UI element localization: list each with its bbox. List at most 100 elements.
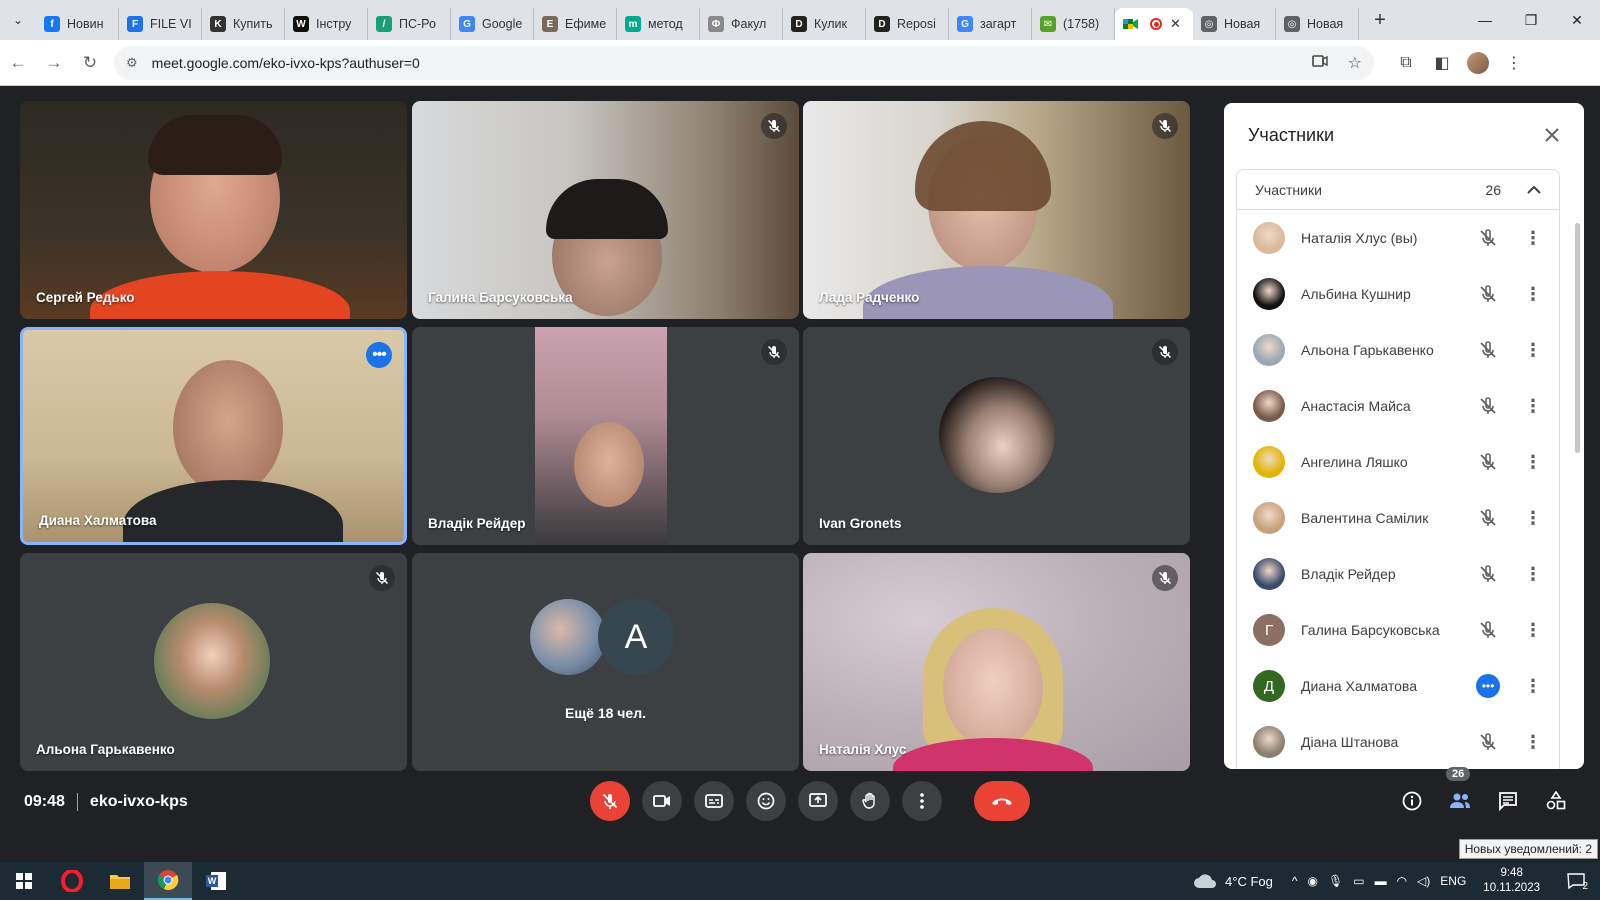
participant-row[interactable]: Владік Рейдер ⋮: [1237, 546, 1559, 602]
more-options-button[interactable]: •••: [366, 342, 392, 368]
weather-widget[interactable]: 4°C Fog: [1193, 872, 1273, 890]
tile-name: Сергей Редько: [36, 290, 135, 305]
wifi-icon[interactable]: ◠: [1397, 874, 1407, 888]
browser-tab[interactable]: Gзагарт: [949, 8, 1032, 40]
opera-icon[interactable]: [48, 862, 96, 900]
browser-tab[interactable]: W Інстру: [285, 8, 368, 40]
participant-menu-icon[interactable]: ⋮: [1523, 620, 1543, 641]
browser-tab[interactable]: ✉ (1758): [1032, 8, 1115, 40]
browser-tab[interactable]: ◎ Новая: [1193, 8, 1276, 40]
section-header[interactable]: Участники 26: [1237, 170, 1559, 210]
participant-row[interactable]: Альбина Кушнир ⋮: [1237, 266, 1559, 322]
minimize-icon[interactable]: —: [1462, 0, 1508, 40]
profile-avatar[interactable]: [1467, 51, 1489, 74]
participant-menu-icon[interactable]: ⋮: [1523, 452, 1543, 473]
browser-tab[interactable]: K Купить: [202, 8, 285, 40]
video-tile[interactable]: Галина Барсуковська: [412, 101, 799, 319]
browser-tab[interactable]: F FILE VI: [119, 8, 202, 40]
clock[interactable]: 9:48 10.11.2023: [1483, 866, 1540, 896]
chat-button[interactable]: [1484, 781, 1532, 821]
back-icon[interactable]: ←: [0, 53, 36, 73]
participant-row[interactable]: Г Галина Барсуковська ⋮: [1237, 602, 1559, 658]
meeting-details-button[interactable]: [1388, 781, 1436, 821]
chevron-up-icon[interactable]: ^: [1292, 874, 1298, 888]
windows-start-icon[interactable]: [0, 862, 48, 900]
browser-tab[interactable]: D Reposi: [866, 8, 949, 40]
leave-call-button[interactable]: [974, 781, 1030, 821]
participant-row[interactable]: Діана Штанова ⋮: [1237, 714, 1559, 769]
close-panel-icon[interactable]: [1538, 121, 1566, 149]
browser-tab[interactable]: / ПС-Ро: [368, 8, 451, 40]
captions-button[interactable]: [694, 781, 734, 821]
browser-tab[interactable]: m метод: [617, 8, 700, 40]
browser-tab[interactable]: G Google: [451, 8, 534, 40]
restore-icon[interactable]: ❐: [1508, 0, 1554, 40]
participant-menu-icon[interactable]: ⋮: [1523, 284, 1543, 305]
people-button[interactable]: 26: [1436, 767, 1484, 821]
video-tile[interactable]: Наталія Хлус: [803, 553, 1190, 771]
participant-menu-icon[interactable]: ⋮: [1523, 732, 1543, 753]
participant-row[interactable]: Д Диана Халматова ••• ⋮: [1237, 658, 1559, 714]
video-tile[interactable]: Ivan Gronets: [803, 327, 1190, 545]
tab-search-button[interactable]: ⌄: [0, 0, 36, 40]
battery-icon[interactable]: ▬: [1375, 874, 1387, 888]
video-tile[interactable]: Альона Гарькавенко: [20, 553, 407, 771]
participant-menu-icon[interactable]: ⋮: [1523, 228, 1543, 249]
more-options-icon[interactable]: [902, 781, 942, 821]
participant-menu-icon[interactable]: ⋮: [1523, 676, 1543, 697]
forward-icon[interactable]: →: [36, 53, 72, 73]
camera-in-use-icon[interactable]: [1311, 54, 1328, 72]
volume-icon[interactable]: ◁): [1417, 874, 1430, 888]
close-window-icon[interactable]: ✕: [1554, 0, 1600, 40]
participant-menu-icon[interactable]: ⋮: [1523, 508, 1543, 529]
video-tile[interactable]: Лада Радченко: [803, 101, 1190, 319]
video-tile[interactable]: Владік Рейдер: [412, 327, 799, 545]
chrome-icon[interactable]: [144, 862, 192, 900]
participant-menu-icon[interactable]: ⋮: [1523, 396, 1543, 417]
close-tab-icon[interactable]: ✕: [1170, 16, 1181, 32]
camera-toggle-button[interactable]: [642, 781, 682, 821]
participant-row[interactable]: Альона Гарькавенко ⋮: [1237, 322, 1559, 378]
site-info-icon[interactable]: ⚙: [126, 55, 138, 71]
participant-menu-icon[interactable]: ⋮: [1523, 564, 1543, 585]
panel-scrollbar[interactable]: [1575, 223, 1580, 453]
word-icon[interactable]: W: [192, 862, 240, 900]
participant-row[interactable]: Ангелина Ляшко ⋮: [1237, 434, 1559, 490]
video-tile-active-speaker[interactable]: ••• Диана Халматова: [20, 327, 407, 545]
activities-button[interactable]: [1532, 781, 1580, 821]
participant-row[interactable]: Наталія Хлус (вы) ⋮: [1237, 210, 1559, 266]
browser-tab[interactable]: Ф Факул: [700, 8, 783, 40]
raise-hand-button[interactable]: [850, 781, 890, 821]
url-text[interactable]: meet.google.com/eko-ivxo-kps?authuser=0: [152, 55, 1292, 71]
participant-row[interactable]: Валентина Самілик ⋮: [1237, 490, 1559, 546]
others-tile[interactable]: А Ещё 18 чел.: [412, 553, 799, 771]
file-explorer-icon[interactable]: [96, 862, 144, 900]
menu-icon[interactable]: ⋮: [1496, 53, 1532, 73]
monitor-icon[interactable]: ▭: [1353, 874, 1364, 888]
omnibox[interactable]: ⚙ meet.google.com/eko-ivxo-kps?authuser=…: [114, 45, 1374, 80]
browser-tab[interactable]: ◎ Новая: [1276, 8, 1359, 40]
notification-center-icon[interactable]: 2: [1552, 862, 1600, 900]
browser-tab[interactable]: f Новин: [36, 8, 119, 40]
meeting-code: eko-ivxo-kps: [89, 793, 188, 810]
svg-text:W: W: [208, 876, 217, 886]
browser-tab[interactable]: E Ефиме: [534, 8, 617, 40]
microphone-icon[interactable]: 🎙: [1328, 874, 1343, 888]
chevron-up-icon[interactable]: [1527, 182, 1541, 198]
participant-menu-icon[interactable]: ⋮: [1523, 340, 1543, 361]
video-tile[interactable]: Сергей Редько: [20, 101, 407, 319]
side-panel-icon[interactable]: ◧: [1424, 53, 1460, 73]
present-screen-button[interactable]: [798, 781, 838, 821]
participant-name: Альбина Кушнир: [1301, 286, 1411, 302]
mic-toggle-button[interactable]: [590, 781, 630, 821]
browser-tab[interactable]: D Кулик: [783, 8, 866, 40]
extensions-icon[interactable]: ⧉: [1388, 54, 1424, 72]
tab-meet-active[interactable]: ✕: [1115, 8, 1193, 40]
reload-icon[interactable]: ↻: [72, 53, 108, 73]
participant-row[interactable]: Анастасія Майса ⋮: [1237, 378, 1559, 434]
bookmark-star-icon[interactable]: ☆: [1348, 53, 1362, 73]
language-indicator[interactable]: ENG: [1440, 874, 1466, 888]
emoji-reaction-button[interactable]: [746, 781, 786, 821]
webcam-icon[interactable]: ◉: [1308, 874, 1318, 888]
new-tab-button[interactable]: +: [1365, 5, 1395, 35]
